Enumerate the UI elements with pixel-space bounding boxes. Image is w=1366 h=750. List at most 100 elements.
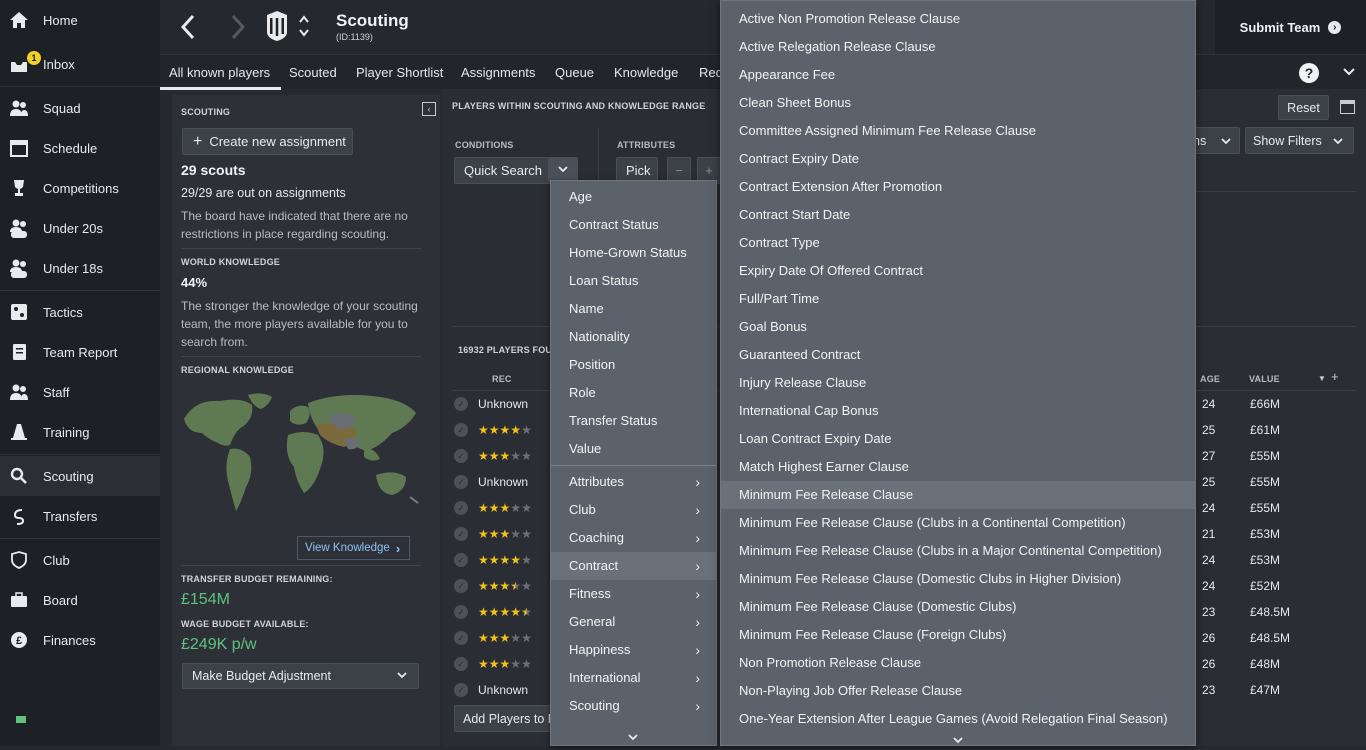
menu-item[interactable]: Contract Extension After Promotion [721, 173, 1195, 201]
menu-item[interactable]: Nationality [551, 323, 716, 351]
menu-item[interactable]: Home-Grown Status [551, 239, 716, 267]
submenu-item[interactable]: General › [551, 608, 716, 636]
menu-item[interactable]: Minimum Fee Release Clause (Clubs in a C… [721, 509, 1195, 537]
checkmark-icon[interactable]: ✓ [454, 683, 468, 697]
sidebar-item-staff[interactable]: Staff [0, 372, 160, 412]
table-row[interactable]: 26 £48.5M [1196, 625, 1366, 651]
menu-item[interactable]: Name [551, 295, 716, 323]
submenu-item[interactable]: Fitness › [551, 580, 716, 608]
table-row[interactable]: 21 £53M [1196, 521, 1366, 547]
table-row[interactable]: 25 £55M [1196, 469, 1366, 495]
menu-item[interactable]: Minimum Fee Release Clause [721, 481, 1195, 509]
menu-item[interactable]: Value [551, 435, 716, 463]
window-icon[interactable] [1340, 100, 1355, 114]
forward-arrow-icon[interactable] [230, 14, 246, 45]
scroll-down-icon[interactable] [627, 729, 639, 747]
menu-item[interactable]: Minimum Fee Release Clause (Domestic Clu… [721, 565, 1195, 593]
reset-button[interactable]: Reset [1278, 95, 1329, 120]
menu-item[interactable]: Minimum Fee Release Clause (Clubs in a M… [721, 537, 1195, 565]
menu-item[interactable]: Full/Part Time [721, 285, 1195, 313]
table-row[interactable]: ✓ ★★★★★ [452, 521, 552, 547]
table-row[interactable]: ✓ Unknown [452, 677, 552, 703]
table-row[interactable]: 27 £55M [1196, 443, 1366, 469]
table-row[interactable]: ✓ ★★★★★ [452, 417, 552, 443]
table-row[interactable]: ✓ ★★★★★ [452, 443, 552, 469]
tab-assignments[interactable]: Assignments [461, 55, 535, 90]
menu-item[interactable]: Contract Status [551, 211, 716, 239]
sidebar-item-club[interactable]: Club [0, 540, 160, 580]
sidebar-item-training[interactable]: Training [0, 412, 160, 452]
table-row[interactable]: ✓ ★★★★★ [452, 625, 552, 651]
menu-item[interactable]: Minimum Fee Release Clause (Domestic Clu… [721, 593, 1195, 621]
cycle-arrows-icon[interactable] [298, 14, 310, 43]
table-row[interactable]: 24 £53M [1196, 547, 1366, 573]
checkmark-icon[interactable]: ✓ [454, 527, 468, 541]
checkmark-icon[interactable]: ✓ [454, 449, 468, 463]
tab-all-known-players[interactable]: All known players [160, 55, 281, 90]
checkmark-icon[interactable]: ✓ [454, 657, 468, 671]
menu-item[interactable]: Active Relegation Release Clause [721, 33, 1195, 61]
table-row[interactable]: ✓ ★★★★★ [452, 495, 552, 521]
menu-item[interactable]: Loan Contract Expiry Date [721, 425, 1195, 453]
menu-item[interactable]: Role [551, 379, 716, 407]
table-row[interactable]: 26 £48M [1196, 651, 1366, 677]
sidebar-item-squad[interactable]: Squad [0, 88, 160, 128]
submenu-item[interactable]: Coaching › [551, 524, 716, 552]
menu-item[interactable]: Expiry Date Of Offered Contract [721, 257, 1195, 285]
view-knowledge-link[interactable]: View Knowledge › [297, 536, 410, 560]
table-row[interactable]: 24 £52M [1196, 573, 1366, 599]
menu-item[interactable]: Injury Release Clause [721, 369, 1195, 397]
sidebar-item-transfers[interactable]: Transfers [0, 496, 160, 536]
menu-item[interactable]: Contract Expiry Date [721, 145, 1195, 173]
sidebar-item-under20s[interactable]: Under 20s [0, 208, 160, 248]
submit-team-button[interactable]: Submit Team › [1215, 0, 1366, 54]
checkmark-icon[interactable]: ✓ [454, 475, 468, 489]
table-row[interactable]: ✓ Unknown [452, 469, 552, 495]
menu-item[interactable]: Age [551, 183, 716, 211]
checkmark-icon[interactable]: ✓ [454, 397, 468, 411]
show-filters-select[interactable]: Show Filters [1245, 127, 1354, 154]
sidebar-item-home[interactable]: Home [0, 0, 160, 40]
table-row[interactable]: 23 £48.5M [1196, 599, 1366, 625]
menu-item[interactable]: Guaranteed Contract [721, 341, 1195, 369]
budget-adjustment-select[interactable]: Make Budget Adjustment [182, 663, 419, 689]
sidebar-item-under18s[interactable]: Under 18s [0, 248, 160, 288]
menu-item[interactable]: Active Non Promotion Release Clause [721, 5, 1195, 33]
menu-item[interactable]: Non Promotion Release Clause [721, 649, 1195, 677]
sidebar-item-finances[interactable]: £ Finances [0, 620, 160, 660]
menu-item[interactable]: Position [551, 351, 716, 379]
table-row[interactable]: 23 £47M [1196, 677, 1366, 703]
chevron-down-icon[interactable] [1342, 65, 1356, 84]
checkmark-icon[interactable]: ✓ [454, 579, 468, 593]
sidebar-item-board[interactable]: Board [0, 580, 160, 620]
back-arrow-icon[interactable] [180, 14, 196, 45]
sidebar-item-competitions[interactable]: Competitions [0, 168, 160, 208]
table-row[interactable]: ✓ Unknown [452, 391, 552, 417]
menu-item[interactable]: One-Year Extension After League Games (A… [721, 705, 1195, 733]
add-column-icon[interactable]: + [1331, 369, 1339, 384]
table-row[interactable]: ✓ ★★★★★ [452, 547, 552, 573]
tab-scouted[interactable]: Scouted [289, 55, 337, 90]
sidebar-item-tactics[interactable]: Tactics [0, 292, 160, 332]
tab-rec[interactable]: Rec [699, 55, 722, 90]
submenu-item[interactable]: Attributes › [551, 468, 716, 496]
table-row[interactable]: ✓ ★★★★★ [452, 573, 552, 599]
tab-player-shortlist[interactable]: Player Shortlist [356, 55, 443, 90]
checkmark-icon[interactable]: ✓ [454, 501, 468, 515]
submenu-item[interactable]: Happiness › [551, 636, 716, 664]
menu-item[interactable]: Contract Type [721, 229, 1195, 257]
menu-item[interactable]: Goal Bonus [721, 313, 1195, 341]
tab-knowledge[interactable]: Knowledge [614, 55, 678, 90]
column-header-value[interactable]: VALUE [1249, 374, 1280, 384]
sidebar-item-scouting[interactable]: Scouting [0, 456, 160, 496]
checkmark-icon[interactable]: ✓ [454, 605, 468, 619]
menu-item[interactable]: Match Highest Earner Clause [721, 453, 1195, 481]
menu-item[interactable]: Contract Start Date [721, 201, 1195, 229]
menu-item[interactable]: Transfer Status [551, 407, 716, 435]
menu-item[interactable]: Non-Playing Job Offer Release Clause [721, 677, 1195, 705]
column-header-age[interactable]: AGE [1200, 374, 1220, 384]
submenu-item[interactable]: International › [551, 664, 716, 692]
scroll-down-icon[interactable] [952, 732, 964, 750]
sidebar-item-schedule[interactable]: Schedule [0, 128, 160, 168]
menu-item[interactable]: Appearance Fee [721, 61, 1195, 89]
